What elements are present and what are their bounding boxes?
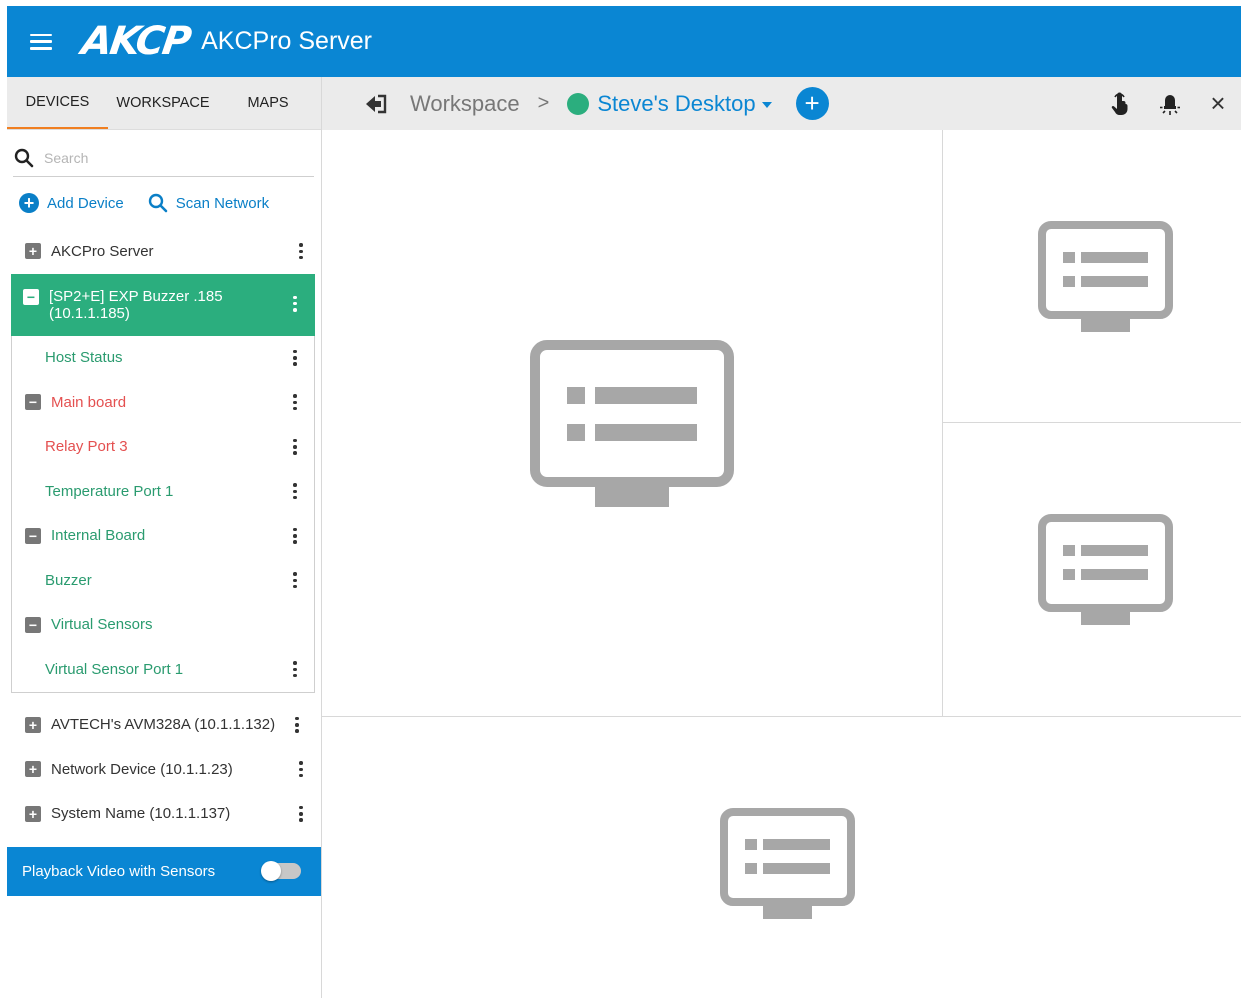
monitor-icon[interactable] xyxy=(530,340,734,508)
app-window: AKCP AKCPro Server DEVICES WORKSPACE MAP… xyxy=(7,6,1241,998)
breadcrumb-separator: > xyxy=(537,92,550,114)
menu-icon[interactable] xyxy=(30,33,52,50)
device-actions: + Add Device Scan Network xyxy=(7,177,321,229)
tree-item-main-board[interactable]: − Main board xyxy=(12,380,314,425)
tree-item-system-name[interactable]: + System Name (10.1.1.137) xyxy=(7,792,321,837)
collapse-icon[interactable]: − xyxy=(25,394,41,411)
breadcrumb-workspace[interactable]: Workspace xyxy=(410,91,520,117)
tree-item-buzzer[interactable]: Buzzer xyxy=(12,558,314,603)
close-icon[interactable]: × xyxy=(1209,90,1227,117)
app-header: AKCP AKCPro Server xyxy=(7,6,1241,77)
monitor-icon[interactable] xyxy=(720,808,855,919)
touch-icon[interactable] xyxy=(1109,92,1131,116)
more-options-icon[interactable] xyxy=(297,761,305,778)
more-options-icon[interactable] xyxy=(291,572,299,589)
sidebar-tabs: DEVICES WORKSPACE MAPS xyxy=(7,77,321,130)
tree-item-internal-board[interactable]: − Internal Board xyxy=(12,514,314,559)
sidebar: DEVICES WORKSPACE MAPS + Add Device Scan… xyxy=(7,77,321,998)
tree-item-label: AVTECH's AVM328A (10.1.1.132) xyxy=(51,716,276,734)
collapse-icon[interactable]: − xyxy=(23,288,39,305)
tree-item-label: AKCPro Server xyxy=(51,242,154,260)
playback-toggle[interactable] xyxy=(261,861,301,881)
selected-device-label: [SP2+E] EXP Buzzer .185 (10.1.1.185) xyxy=(49,288,223,322)
expand-icon[interactable]: + xyxy=(25,716,41,733)
tree-item-label: Main board xyxy=(51,393,127,411)
panel-divider-right xyxy=(943,422,1241,423)
tree-item-akcpro-server[interactable]: + AKCPro Server xyxy=(7,229,321,274)
tree-item-label: Internal Board xyxy=(51,527,146,545)
toggle-knob xyxy=(261,861,281,881)
playback-bar: Playback Video with Sensors xyxy=(7,847,321,896)
akcp-logo: AKCP xyxy=(78,19,193,64)
more-options-icon[interactable] xyxy=(291,438,299,455)
playback-label: Playback Video with Sensors xyxy=(22,863,216,880)
tree-item-label: Virtual Sensors xyxy=(51,616,153,634)
more-options-icon[interactable] xyxy=(297,805,305,822)
status-dot xyxy=(567,92,590,115)
add-device-button[interactable]: + Add Device xyxy=(19,193,124,213)
panel-divider-horizontal xyxy=(322,716,1241,717)
collapse-icon[interactable]: − xyxy=(25,616,41,633)
tree-item-label: Virtual Sensor Port 1 xyxy=(45,660,184,678)
add-device-label: Add Device xyxy=(47,194,124,212)
monitor-icon[interactable] xyxy=(1038,221,1173,332)
scan-network-button[interactable]: Scan Network xyxy=(148,193,269,213)
monitor-icon[interactable] xyxy=(1038,514,1173,625)
tree-item-label: Relay Port 3 xyxy=(45,438,128,456)
tree-item-relay-port-3[interactable]: Relay Port 3 xyxy=(12,425,314,470)
more-options-icon[interactable] xyxy=(297,243,305,260)
search-bar xyxy=(13,140,314,177)
desktop-selector[interactable]: Steve's Desktop xyxy=(597,91,755,117)
back-icon[interactable] xyxy=(364,94,388,114)
more-options-icon[interactable] xyxy=(291,349,299,366)
panel-divider-vertical xyxy=(942,130,943,716)
search-icon xyxy=(14,148,34,168)
more-options-icon[interactable] xyxy=(291,527,299,544)
app-title: AKCPro Server xyxy=(201,27,373,55)
device-ip: (10.1.1.185) xyxy=(49,304,130,322)
workspace-panels xyxy=(322,130,1241,998)
chevron-down-icon[interactable] xyxy=(761,101,772,108)
workspace-tools: × xyxy=(1109,77,1241,130)
more-options-icon[interactable] xyxy=(291,483,299,500)
more-options-icon[interactable] xyxy=(291,661,299,678)
expand-icon[interactable]: + xyxy=(25,761,41,778)
tab-workspace[interactable]: WORKSPACE xyxy=(108,77,218,129)
tree-item-temperature-port-1[interactable]: Temperature Port 1 xyxy=(12,469,314,514)
add-circle-icon: + xyxy=(19,193,39,213)
tree-item-label: Host Status xyxy=(45,349,123,367)
more-options-icon[interactable] xyxy=(293,716,301,733)
tree-item-virtual-sensors[interactable]: − Virtual Sensors xyxy=(12,603,314,648)
workspace-toolbar: Workspace > Steve's Desktop + × xyxy=(322,77,1241,130)
tab-devices[interactable]: DEVICES xyxy=(7,77,108,129)
expand-icon[interactable]: + xyxy=(25,805,41,822)
tab-maps[interactable]: MAPS xyxy=(218,77,318,129)
tree-item-label: Network Device (10.1.1.23) xyxy=(51,760,233,778)
tree-item-selected-device[interactable]: − [SP2+E] EXP Buzzer .185 (10.1.1.185) xyxy=(11,273,315,336)
tree-item-avtech[interactable]: + AVTECH's AVM328A (10.1.1.132) xyxy=(7,703,321,748)
tree-item-label: Buzzer xyxy=(45,571,92,589)
tree-item-label: System Name (10.1.1.137) xyxy=(51,805,231,823)
expand-icon[interactable]: + xyxy=(25,243,41,260)
tree-item-label: Temperature Port 1 xyxy=(45,482,174,500)
tree-item-virtual-sensor-port-1[interactable]: Virtual Sensor Port 1 xyxy=(12,647,314,692)
device-children: Host Status − Main board Relay Port 3 Te… xyxy=(11,335,315,693)
tree-item-host-status[interactable]: Host Status xyxy=(12,336,314,381)
add-desktop-button[interactable]: + xyxy=(795,87,829,120)
collapse-icon[interactable]: − xyxy=(25,527,41,544)
device-name: [SP2+E] EXP Buzzer .185 xyxy=(49,287,223,305)
other-devices: + AVTECH's AVM328A (10.1.1.132) + Networ… xyxy=(7,703,321,837)
search-input[interactable] xyxy=(44,150,294,166)
light-icon[interactable] xyxy=(1159,92,1181,116)
scan-icon xyxy=(148,193,168,213)
more-options-icon[interactable] xyxy=(291,295,299,312)
scan-network-label: Scan Network xyxy=(175,194,270,212)
tree-item-network-device[interactable]: + Network Device (10.1.1.23) xyxy=(7,747,321,792)
more-options-icon[interactable] xyxy=(291,394,299,411)
